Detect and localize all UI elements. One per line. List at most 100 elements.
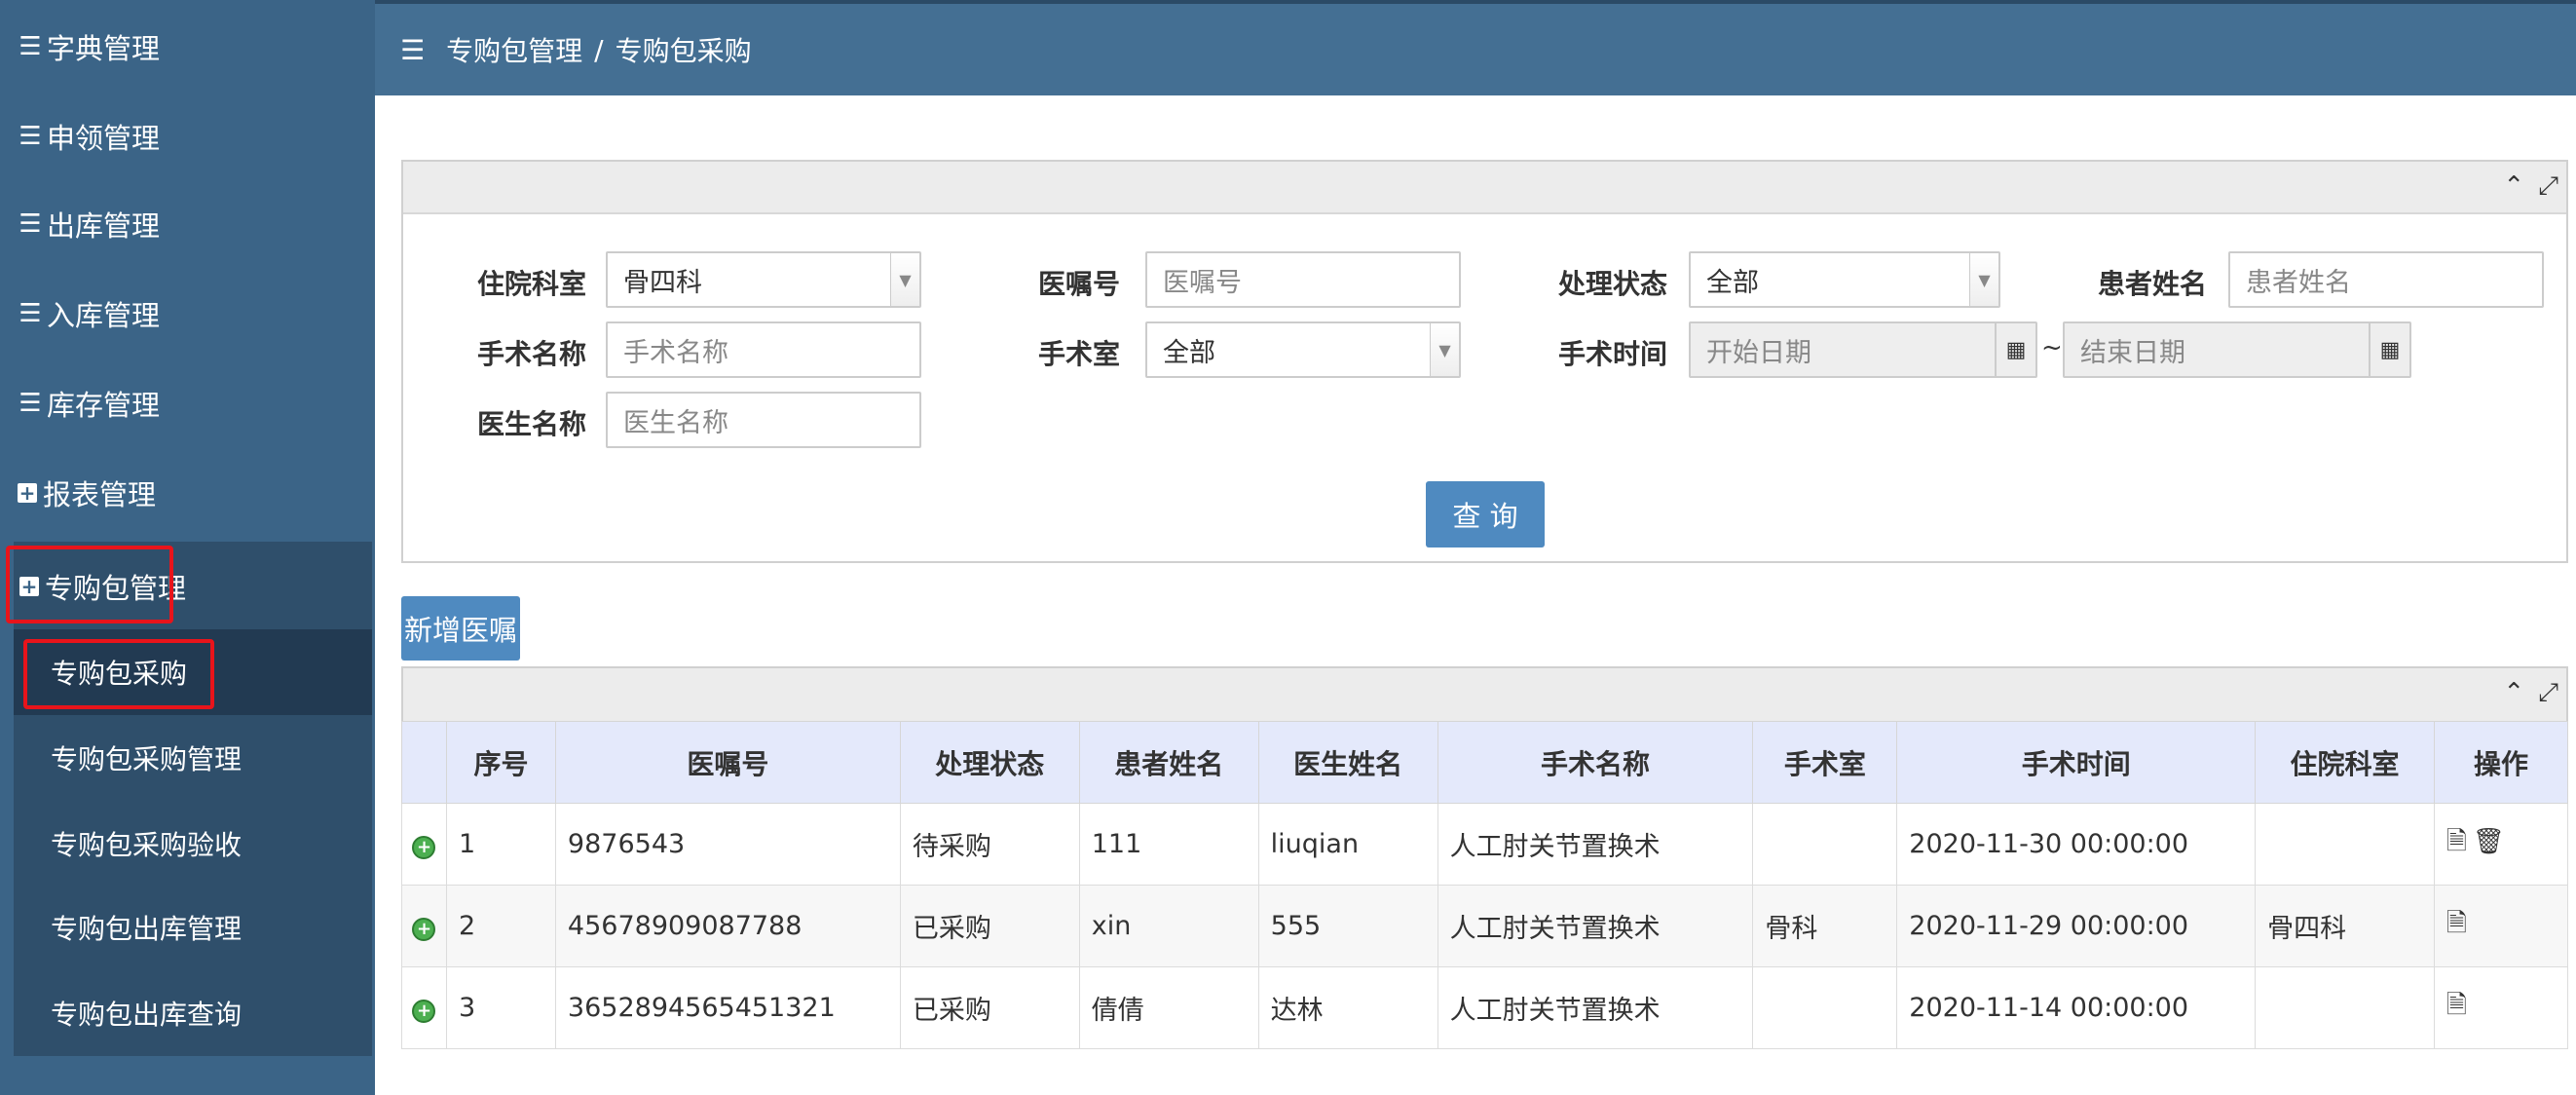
expand-icon[interactable]: ⤢ (2538, 171, 2558, 202)
patient-placeholder: 患者姓名 (2246, 267, 2351, 298)
calendar-icon[interactable]: ▦ (2369, 323, 2409, 376)
column-header: 住院科室 (2255, 721, 2435, 804)
status-select-value: 全部 (1706, 267, 1759, 298)
column-header: 医嘱号 (554, 721, 901, 804)
breadcrumb-current: 专购包采购 (615, 35, 752, 67)
list-icon: ☰ (19, 209, 42, 239)
sidebar-subitem-outbound-query[interactable]: 专购包出库查询 (14, 970, 372, 1056)
sidebar-item-special-package[interactable]: + 专购包管理 (14, 542, 372, 631)
sidebar-subitem-purchase-management[interactable]: 专购包采购管理 (14, 715, 372, 801)
document-icon[interactable]: 🗎 (2446, 909, 2467, 938)
cell-no: 1 (445, 803, 556, 886)
cell-order: 9876543 (554, 803, 901, 886)
sidebar-item-reports[interactable]: + 报表管理 (0, 448, 375, 538)
breadcrumb-parent[interactable]: 专购包管理 (446, 30, 582, 69)
sidebar-item-dictionary[interactable]: ☰ 字典管理 (0, 2, 375, 92)
column-header: 手术时间 (1896, 721, 2257, 804)
breadcrumb: ☰ 专购包管理 / 专购包采购 (375, 0, 2576, 95)
sidebar-item-label: 专购包管理 (45, 572, 187, 605)
expand-row-icon[interactable]: + (412, 918, 436, 941)
column-header: 手术室 (1752, 721, 1898, 804)
cell-time: 2020-11-29 00:00:00 (1896, 885, 2257, 967)
collapse-icon[interactable]: ⌃ (2503, 678, 2524, 708)
patient-input[interactable]: 患者姓名 (2228, 251, 2544, 308)
chevron-down-icon: ▼ (1969, 253, 1998, 306)
cell-order: 45678909087788 (554, 885, 901, 967)
expand-cell[interactable]: + (401, 803, 447, 886)
plus-box-icon: + (19, 575, 39, 598)
table-row: + 2 45678909087788 已采购 xin 555 人工肘关节置换术 … (401, 885, 2568, 967)
start-date-input[interactable]: 开始日期 ▦ (1689, 321, 2037, 378)
sidebar-item-label: 库存管理 (47, 389, 161, 422)
cell-room (1752, 966, 1898, 1049)
sidebar-item-requisition[interactable]: ☰ 申领管理 (0, 92, 375, 181)
sidebar-item-outbound[interactable]: ☰ 出库管理 (0, 179, 375, 269)
plus-box-icon: + (18, 481, 37, 505)
order-no-placeholder: 医嘱号 (1163, 267, 1242, 298)
surgery-input[interactable]: 手术名称 (606, 321, 921, 378)
cell-ward: 骨四科 (2255, 885, 2435, 967)
room-select[interactable]: 全部 ▼ (1145, 321, 1461, 378)
cell-ward (2255, 966, 2435, 1049)
date-range-tilde: ~ (2041, 333, 2063, 362)
expand-row-icon[interactable]: + (412, 836, 436, 859)
expand-icon[interactable]: ⤢ (2538, 678, 2558, 708)
add-order-button[interactable]: 新增医嘱 (401, 596, 520, 661)
cell-ward (2255, 803, 2435, 886)
patient-label: 患者姓名 (2098, 268, 2208, 300)
list-icon: ☰ (19, 389, 42, 418)
expand-row-icon[interactable]: + (412, 1000, 436, 1023)
sidebar-subitem-outbound-management[interactable]: 专购包出库管理 (14, 885, 372, 970)
order-no-label: 医嘱号 (1038, 268, 1121, 300)
document-icon[interactable]: 🗎 (2446, 991, 2467, 1020)
expand-cell[interactable]: + (401, 966, 447, 1049)
end-date-input[interactable]: 结束日期 ▦ (2063, 321, 2411, 378)
document-icon[interactable]: 🗎 (2446, 827, 2467, 856)
list-icon: ☰ (19, 299, 42, 328)
column-header: 序号 (445, 721, 556, 804)
search-panel-header: ⌃ ⤢ (403, 162, 2566, 214)
sidebar-item-inbound[interactable]: ☰ 入库管理 (0, 269, 375, 359)
table-panel: ⌃ ⤢ (401, 666, 2568, 721)
sidebar-subitem-label: 专购包采购管理 (51, 743, 243, 775)
cell-status: 已采购 (899, 885, 1080, 967)
ward-select[interactable]: 骨四科 ▼ (606, 251, 921, 308)
chevron-down-icon: ▼ (890, 253, 919, 306)
cell-ops: 🗎 🗑 (2434, 803, 2568, 886)
hamburger-icon[interactable]: ☰ (400, 34, 425, 66)
status-label: 处理状态 (1558, 268, 1668, 300)
query-button[interactable]: 查 询 (1426, 481, 1545, 548)
sidebar-item-label: 入库管理 (47, 299, 161, 332)
time-label: 手术时间 (1558, 338, 1668, 370)
column-header: 操作 (2434, 721, 2568, 804)
table-header-row: 序号 医嘱号 处理状态 患者姓名 医生姓名 手术名称 手术室 手术时间 住院科室… (401, 721, 2568, 804)
cell-doctor: liuqian (1257, 803, 1438, 886)
list-icon: ☰ (19, 32, 42, 61)
cell-ops: 🗎 (2434, 885, 2568, 967)
trash-icon[interactable]: 🗑 (2473, 827, 2505, 856)
cell-status: 待采购 (899, 803, 1080, 886)
doctor-input[interactable]: 医生名称 (606, 392, 921, 448)
calendar-icon[interactable]: ▦ (1995, 323, 2035, 376)
collapse-icon[interactable]: ⌃ (2503, 171, 2524, 202)
cell-doctor: 达林 (1257, 966, 1438, 1049)
order-no-input[interactable]: 医嘱号 (1145, 251, 1461, 308)
sidebar-subitem-label: 专购包采购验收 (51, 829, 243, 861)
column-header: 医生姓名 (1257, 721, 1438, 804)
doctor-placeholder: 医生名称 (623, 407, 728, 438)
sidebar-subitem-label: 专购包出库管理 (51, 913, 243, 945)
cell-no: 3 (445, 966, 556, 1049)
cell-time: 2020-11-14 00:00:00 (1896, 966, 2257, 1049)
list-icon: ☰ (19, 122, 42, 151)
cell-surgery: 人工肘关节置换术 (1437, 885, 1754, 967)
cell-patient: 111 (1078, 803, 1259, 886)
sidebar-item-label: 字典管理 (47, 32, 161, 65)
chevron-down-icon: ▼ (1430, 323, 1459, 376)
sidebar-subitem-purchase[interactable]: 专购包采购 (14, 629, 372, 715)
sidebar-item-inventory[interactable]: ☰ 库存管理 (0, 359, 375, 448)
expand-cell[interactable]: + (401, 885, 447, 967)
column-header: 手术名称 (1437, 721, 1754, 804)
table-row: + 3 3652894565451321 已采购 倩倩 达林 人工肘关节置换术 … (401, 966, 2568, 1049)
status-select[interactable]: 全部 ▼ (1689, 251, 2000, 308)
sidebar-subitem-purchase-acceptance[interactable]: 专购包采购验收 (14, 801, 372, 887)
